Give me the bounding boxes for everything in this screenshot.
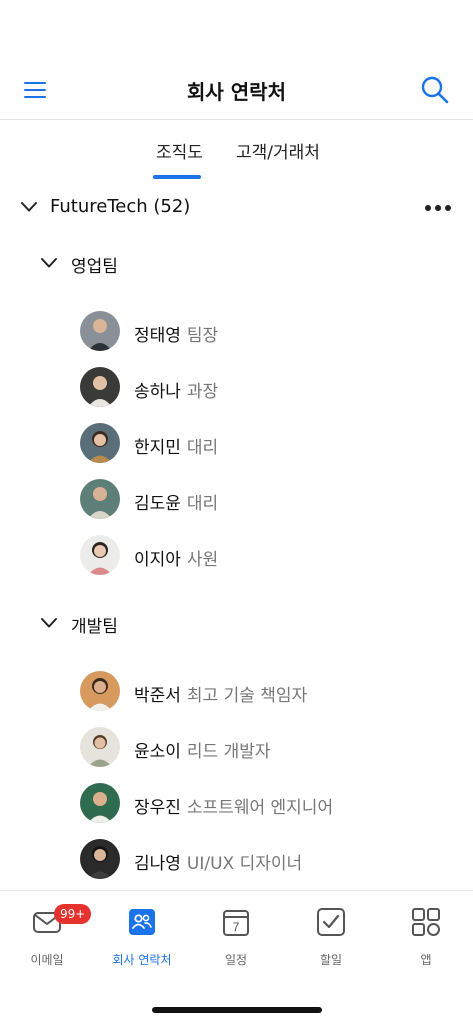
member-name: 장우진: [134, 798, 181, 818]
member-role: 과장: [186, 382, 219, 402]
tab-todo[interactable]: 할일: [286, 901, 376, 971]
member-name: 이지아: [134, 550, 181, 570]
member-row[interactable]: 이지아 사원: [78, 535, 438, 579]
tab-label: 이메일: [30, 953, 64, 967]
apps-grid-icon: [412, 908, 440, 936]
member-name: 정태영: [134, 326, 181, 346]
tab-label: 할일: [319, 953, 343, 967]
status-bar: [0, 0, 473, 60]
member-row[interactable]: 김나영 UI/UX 디자이너: [78, 839, 438, 883]
member-role: 대리: [186, 494, 219, 514]
chevron-down-icon: [41, 618, 57, 628]
member-name: 윤소이: [134, 742, 181, 762]
member-row[interactable]: 정태영 팀장: [78, 311, 438, 355]
chevron-down-icon: [41, 258, 57, 268]
tab-label: 회사 연락처: [112, 953, 172, 967]
team-name: 개발팀: [71, 617, 118, 637]
avatar: [80, 839, 120, 879]
avatar: [80, 479, 120, 519]
avatar: [80, 535, 120, 575]
page-title: 회사 연락처: [187, 80, 286, 104]
member-name: 한지민: [134, 438, 181, 458]
avatar: [80, 783, 120, 823]
tab-schedule[interactable]: 7 일정: [191, 901, 281, 971]
member-role: 리드 개발자: [186, 742, 271, 762]
member-name: 송하나: [134, 382, 181, 402]
tab-clients[interactable]: 고객/거래처: [236, 138, 320, 163]
member-row[interactable]: 한지민 대리: [78, 423, 438, 467]
member-name: 김도윤: [134, 494, 181, 514]
calendar-icon: 7: [223, 910, 249, 936]
team-group-sales[interactable]: 영업팀: [0, 244, 473, 284]
member-name: 박준서: [134, 686, 181, 706]
member-row[interactable]: 박준서 최고 기술 책임자: [78, 671, 438, 715]
company-group[interactable]: FutureTech (52): [0, 188, 473, 228]
search-icon[interactable]: [419, 74, 451, 106]
member-role: 최고 기술 책임자: [186, 686, 308, 706]
member-role: 사원: [186, 550, 219, 570]
avatar: [80, 423, 120, 463]
tab-org-chart[interactable]: 조직도: [156, 138, 203, 163]
chevron-down-icon: [21, 202, 37, 212]
member-role: 소프트웨어 엔지니어: [186, 798, 334, 818]
member-row[interactable]: 장우진 소프트웨어 엔지니어: [78, 783, 438, 827]
avatar: [80, 367, 120, 407]
member-row[interactable]: 송하나 과장: [78, 367, 438, 411]
tab-email[interactable]: 99+ 이메일: [2, 901, 92, 971]
member-row[interactable]: 김도윤 대리: [78, 479, 438, 523]
tab-label: 앱: [420, 953, 432, 967]
tab-label: 일정: [224, 953, 248, 967]
tab-apps[interactable]: 앱: [381, 901, 471, 971]
company-name: FutureTech (52): [50, 196, 191, 217]
avatar: [80, 727, 120, 767]
view-tabs: 조직도 고객/거래처: [0, 120, 473, 180]
member-name: 김나영: [134, 854, 181, 874]
member-role: UI/UX 디자이너: [186, 854, 303, 874]
avatar: [80, 671, 120, 711]
active-tab-indicator: [153, 175, 201, 179]
bottom-tab-bar: 99+ 이메일 회사 연락처 7 일정 할일 앱: [0, 890, 473, 1024]
home-indicator: [152, 1007, 322, 1013]
member-role: 팀장: [186, 326, 219, 346]
member-row[interactable]: 윤소이 리드 개발자: [78, 727, 438, 771]
tab-company-contacts[interactable]: 회사 연락처: [97, 901, 187, 971]
team-group-dev[interactable]: 개발팀: [0, 604, 473, 644]
unread-badge: 99+: [54, 904, 92, 924]
member-role: 대리: [186, 438, 219, 458]
team-name: 영업팀: [71, 257, 118, 277]
todo-check-icon: [317, 908, 345, 936]
more-options-icon[interactable]: [423, 198, 453, 218]
avatar: [80, 311, 120, 351]
contacts-icon: [129, 909, 155, 935]
app-header: 회사 연락처: [0, 60, 473, 120]
svg-text:7: 7: [233, 920, 240, 934]
